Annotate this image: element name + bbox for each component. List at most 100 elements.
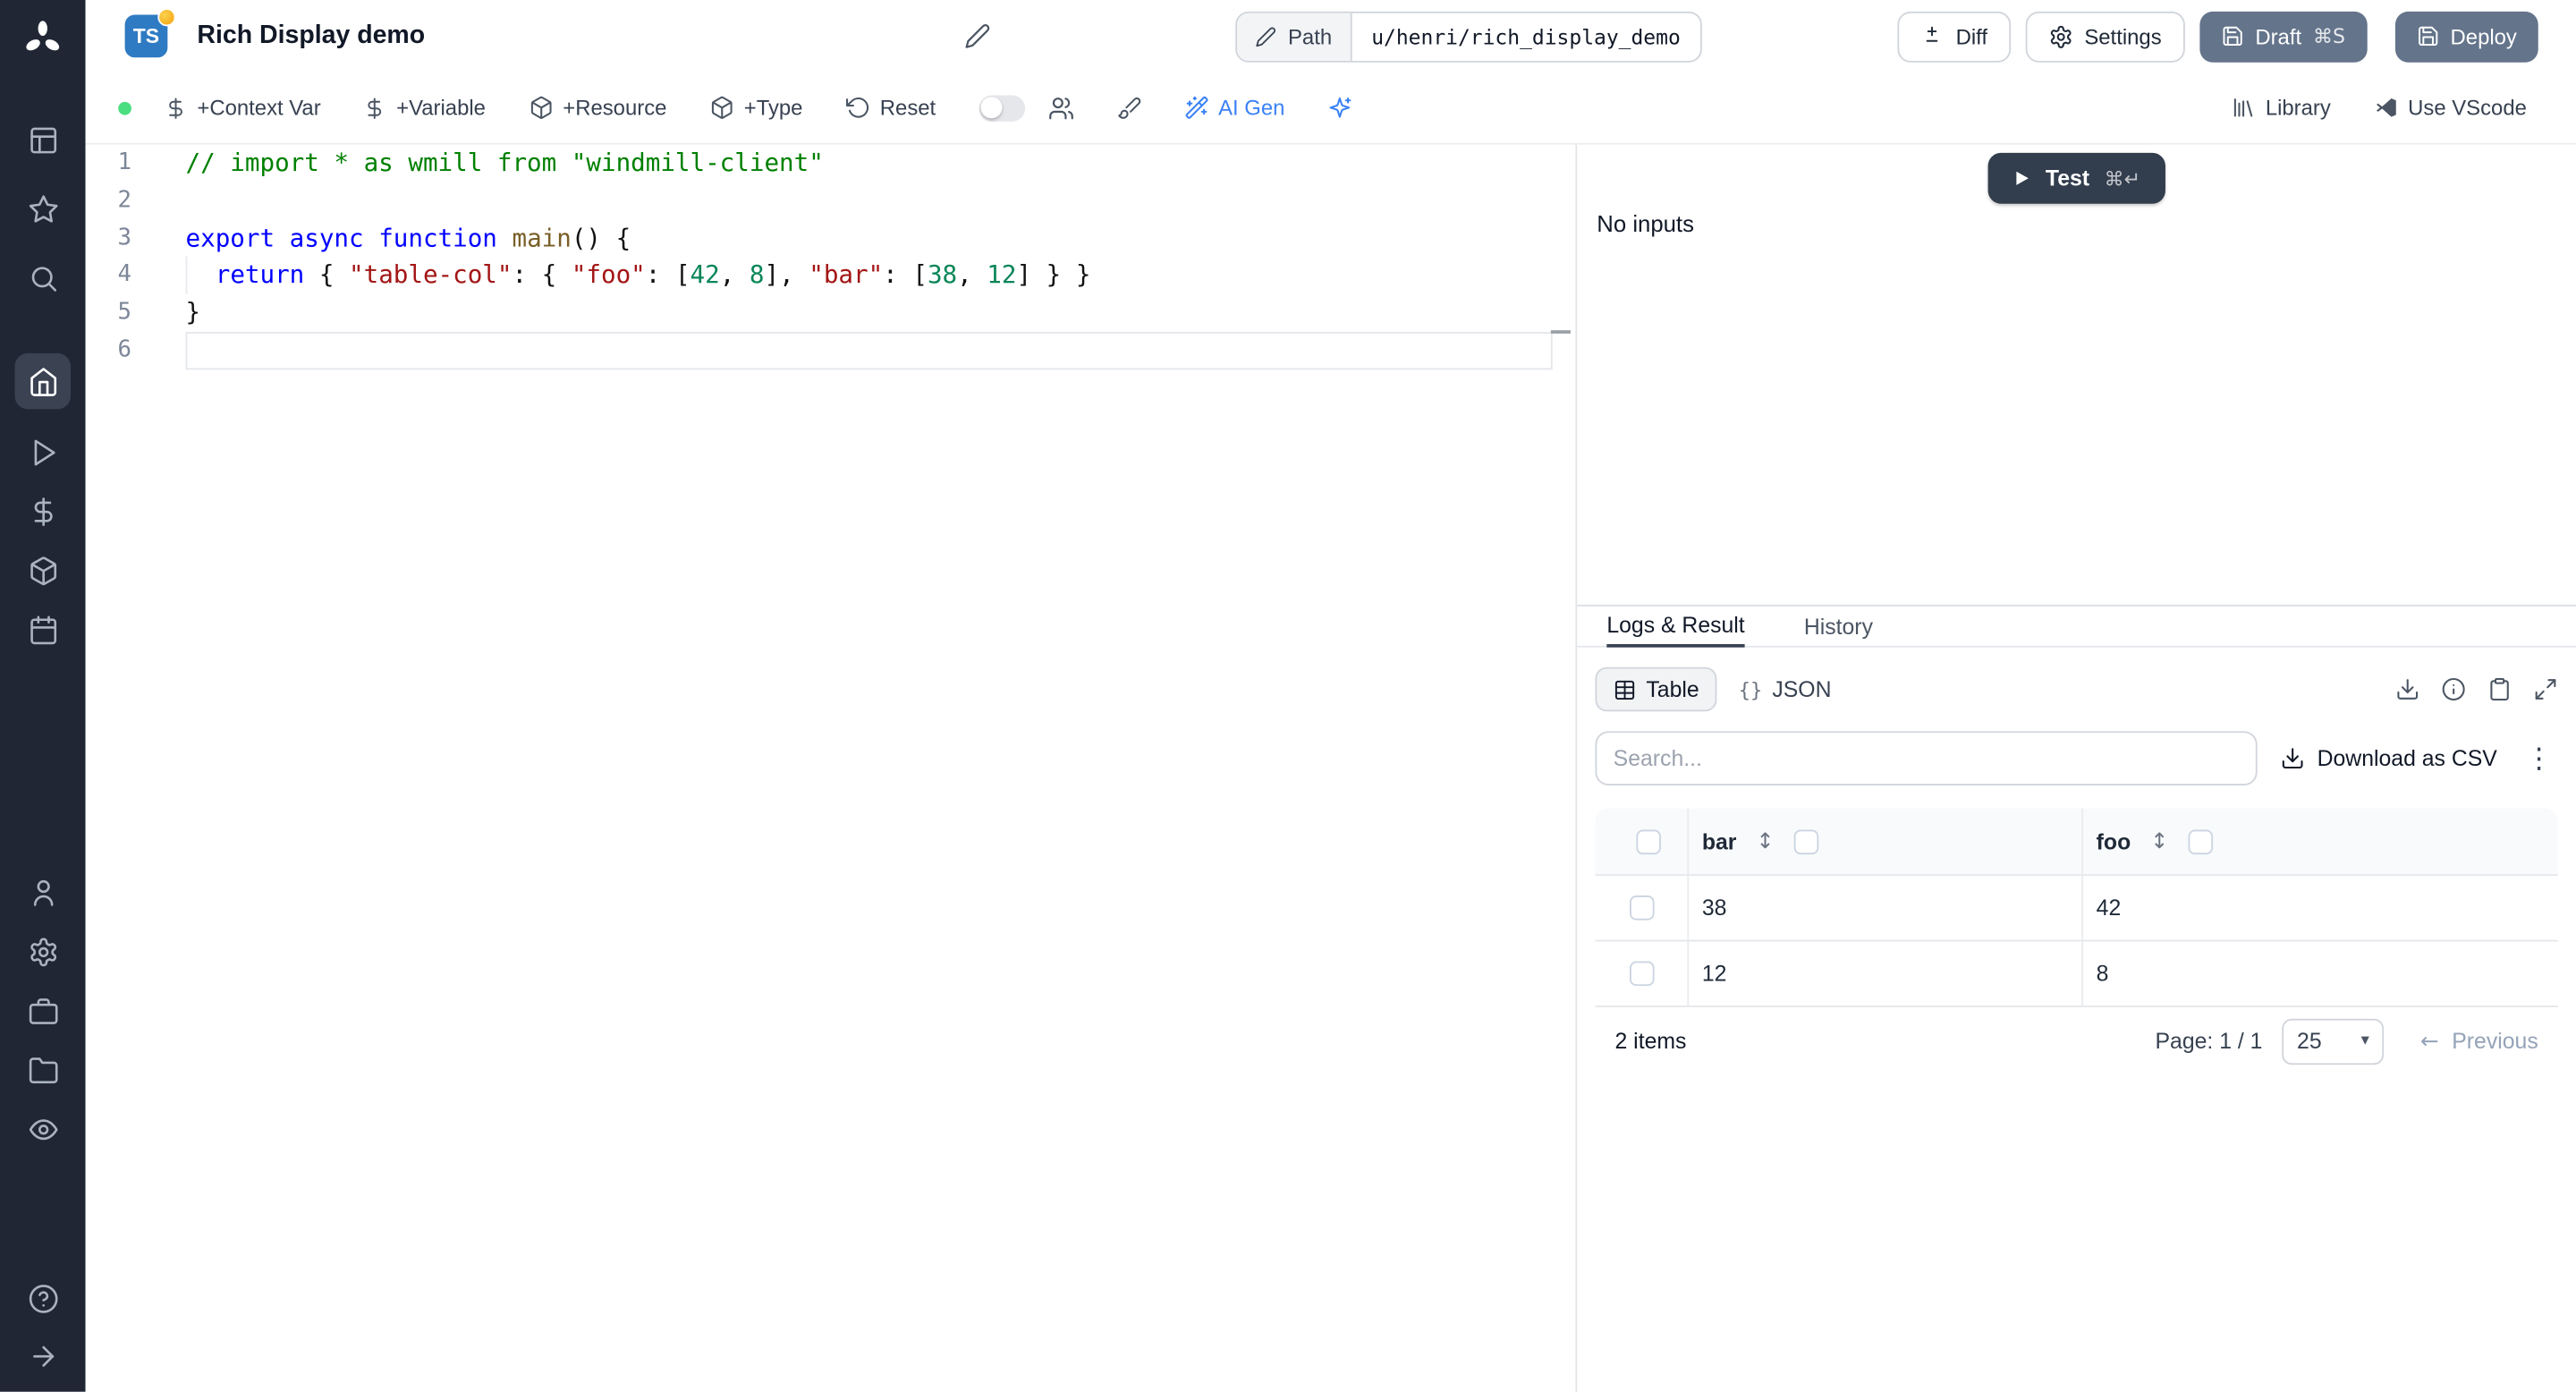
table-row[interactable]: 38 42: [1595, 875, 2558, 942]
script-path[interactable]: u/henri/rich_display_demo: [1352, 13, 1700, 60]
token-number: 38: [927, 259, 958, 290]
token-string: "table-col": [349, 259, 513, 290]
diff-mode-toggle[interactable]: [978, 94, 1025, 121]
reset-button[interactable]: Reset: [845, 96, 936, 120]
token-plain: : [: [645, 259, 691, 290]
result-actions: [2395, 677, 2558, 702]
checkbox[interactable]: [2188, 828, 2213, 854]
add-type-button[interactable]: +Type: [709, 96, 802, 120]
edit-summary-icon[interactable]: [964, 23, 990, 49]
draft-button[interactable]: Draft ⌘S: [2199, 10, 2367, 62]
kebab-menu-icon[interactable]: ⋮: [2521, 742, 2558, 775]
info-icon[interactable]: [2441, 677, 2466, 702]
content-split: 123456 // import * as wmill from "windmi…: [86, 144, 2576, 1392]
arrow-right-icon[interactable]: [27, 1341, 58, 1372]
sort-icon[interactable]: ↕: [1756, 829, 1774, 854]
download-csv-button[interactable]: Download as CSV: [2281, 746, 2497, 770]
line-number-gutter: 1 2 3 4 5 6: [86, 145, 186, 1392]
table-cell: 12: [1689, 941, 2083, 1006]
path-label: Path: [1287, 23, 1333, 49]
table-cell: 38: [1689, 875, 2083, 940]
token-number: 42: [690, 259, 720, 290]
sort-icon[interactable]: ↕: [2150, 829, 2168, 854]
toolbar-toggle-group: [978, 94, 1074, 121]
view-table-button[interactable]: Table: [1595, 666, 1717, 712]
checkbox[interactable]: [1629, 961, 1654, 987]
overview-ruler-cursor: [1550, 330, 1571, 334]
edit-path-button[interactable]: Path: [1237, 12, 1352, 61]
tab-logs-result[interactable]: Logs & Result: [1606, 613, 1745, 648]
topbar: TS Rich Display demo Path u/henri/rich_d…: [86, 0, 2576, 72]
dollar-icon[interactable]: [27, 497, 58, 528]
add-resource-button[interactable]: +Resource: [529, 96, 666, 120]
play-icon[interactable]: [27, 437, 58, 469]
search-icon[interactable]: [27, 263, 58, 294]
code-line-5[interactable]: }: [186, 294, 1553, 332]
line-number: 4: [117, 261, 131, 289]
cell-value: 8: [2096, 961, 2109, 987]
page-size-select[interactable]: 25 ▾: [2282, 1017, 2385, 1065]
eye-icon[interactable]: [27, 1114, 58, 1145]
column-label[interactable]: bar: [1702, 829, 1737, 854]
calendar-icon[interactable]: [27, 615, 58, 646]
library-button[interactable]: Library: [2231, 96, 2331, 120]
token-keyword: async: [289, 223, 364, 253]
settings-button[interactable]: Settings: [2025, 10, 2185, 62]
sidebar-group-main: [14, 352, 71, 646]
code-lines[interactable]: // import * as wmill from "windmill-clie…: [185, 145, 1576, 1392]
package-icon[interactable]: [27, 556, 58, 587]
briefcase-icon[interactable]: [27, 996, 58, 1027]
gear-icon[interactable]: [27, 937, 58, 968]
view-json-button[interactable]: {} JSON: [1721, 667, 1850, 712]
chevron-down-icon: ▾: [2360, 1031, 2369, 1050]
add-variable-button[interactable]: +Variable: [363, 96, 486, 120]
search-input[interactable]: [1595, 731, 2258, 785]
select-all-cell: [1595, 808, 1690, 875]
test-button[interactable]: Test ⌘↵: [1987, 152, 2165, 204]
checkbox[interactable]: [1793, 828, 1819, 854]
windmill-logo-icon[interactable]: [20, 16, 65, 62]
previous-page-button[interactable]: ← Previous: [2420, 1028, 2538, 1054]
result-table: bar ↕ foo ↕ 38 42 12 8 2 items Page: 1 / 1 25 …: [1595, 808, 2558, 1075]
editor-toolbar: +Context Var +Variable +Resource +Type R…: [85, 72, 2576, 145]
code-line-1[interactable]: // import * as wmill from "windmill-clie…: [186, 145, 1553, 182]
toggle-knob: [980, 97, 1003, 119]
code-line-3[interactable]: export async function main() {: [186, 219, 1553, 257]
format-brush-icon[interactable]: [1116, 96, 1141, 121]
tab-history[interactable]: History: [1804, 615, 1873, 646]
code-editor[interactable]: 123456 // import * as wmill from "windmi…: [86, 144, 1578, 1392]
cell-value: 42: [2096, 895, 2122, 921]
copy-icon[interactable]: [2487, 677, 2512, 702]
ai-gen-button[interactable]: AI Gen: [1184, 96, 1284, 120]
token-plain: ,: [957, 259, 987, 290]
expand-icon[interactable]: [2533, 677, 2558, 702]
code-line-4[interactable]: return { "table-col": { "foo": [42, 8], …: [185, 257, 1553, 294]
grid-icon[interactable]: [27, 125, 58, 157]
deploy-button[interactable]: Deploy: [2394, 10, 2538, 62]
multiplayer-users-icon[interactable]: [1047, 95, 1073, 121]
help-icon[interactable]: [27, 1283, 58, 1314]
folder-icon[interactable]: [27, 1055, 58, 1086]
code-line-2[interactable]: [186, 182, 1553, 220]
token-number: 8: [749, 259, 765, 290]
column-label[interactable]: foo: [2097, 829, 2131, 854]
diff-button[interactable]: Diff: [1898, 10, 2011, 62]
sidebar-group-admin: [27, 878, 58, 1145]
add-context-var-button[interactable]: +Context Var: [165, 96, 321, 120]
home-icon[interactable]: [14, 352, 71, 410]
page-info: Page: 1 / 1: [2155, 1028, 2263, 1054]
token-plain: {: [304, 259, 350, 290]
token-string: "foo": [571, 259, 646, 290]
checkbox[interactable]: [1629, 895, 1654, 921]
download-icon[interactable]: [2395, 677, 2420, 702]
user-icon[interactable]: [27, 878, 58, 909]
vscode-button[interactable]: Use VScode: [2374, 96, 2527, 120]
star-icon[interactable]: [27, 194, 58, 225]
table-row[interactable]: 12 8: [1595, 941, 2558, 1007]
language-badge: TS: [124, 8, 176, 58]
sparkles-icon[interactable]: [1327, 96, 1352, 121]
language-badge-label: TS: [132, 24, 160, 48]
code-line-6[interactable]: [185, 331, 1553, 369]
checkbox[interactable]: [1635, 828, 1661, 854]
